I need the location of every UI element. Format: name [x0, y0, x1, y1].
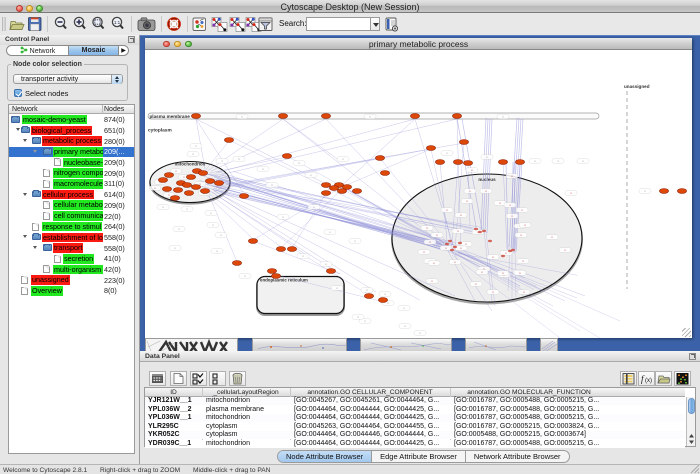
- svg-text:mitochondrion: mitochondrion: [175, 162, 206, 167]
- svg-text:cytoplasm: cytoplasm: [148, 128, 172, 134]
- svg-text:1:1: 1:1: [114, 20, 121, 25]
- svg-text:unassigned: unassigned: [624, 84, 650, 89]
- svg-text:(x): (x): [645, 378, 652, 384]
- svg-text:plasma membrane: plasma membrane: [150, 114, 191, 119]
- svg-text:endoplasmic reticulum: endoplasmic reticulum: [260, 278, 308, 283]
